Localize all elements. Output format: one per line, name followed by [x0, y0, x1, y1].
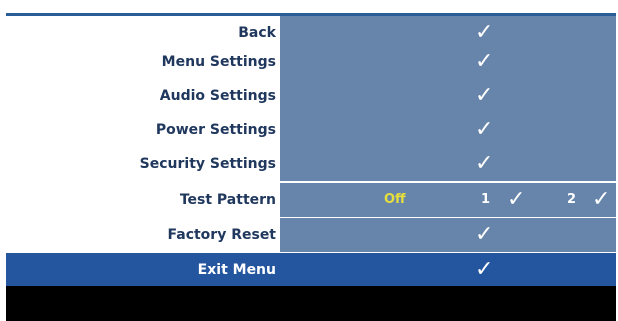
menu-item-value-area: ✓: [280, 113, 616, 147]
menu-item-label: Menu Settings: [161, 54, 276, 70]
test-pattern-option-off[interactable]: Off: [384, 183, 406, 217]
checkmark-icon: ✓: [475, 257, 494, 282]
projector-osd-menu: Back ✓ Menu Settings ✓ Audio Settings ✓ …: [0, 0, 618, 321]
menu-item-value-area: ✓: [280, 45, 616, 79]
test-pattern-option-2[interactable]: 2: [567, 183, 576, 217]
menu-item-exit-menu[interactable]: Exit Menu ✓: [6, 253, 616, 287]
menu-item-label: Exit Menu: [6, 253, 278, 287]
menu-item-label: Security Settings: [139, 156, 276, 172]
menu-item-power-settings[interactable]: Power Settings ✓: [6, 113, 616, 147]
menu-item-audio-settings[interactable]: Audio Settings ✓: [6, 79, 616, 113]
checkmark-icon: ✓: [475, 151, 494, 176]
menu-item-menu-settings[interactable]: Menu Settings ✓: [6, 45, 616, 79]
checkmark-icon: ✓: [475, 222, 494, 247]
menu-item-value-area: ✓: [280, 147, 616, 181]
menu-item-value-area: Off 1 ✓ 2 ✓: [280, 183, 616, 217]
checkmark-icon: ✓: [475, 49, 494, 74]
menu-item-value-area: ✓: [280, 79, 616, 113]
footer-bar: [6, 286, 616, 321]
menu-item-value-area: ✓: [280, 253, 616, 287]
menu-item-label: Audio Settings: [159, 88, 276, 104]
checkmark-icon: ✓: [475, 117, 494, 142]
checkmark-icon: ✓: [592, 187, 611, 212]
test-pattern-option-1[interactable]: 1: [481, 183, 490, 217]
menu-item-factory-reset[interactable]: Factory Reset ✓: [6, 218, 616, 252]
menu-item-value-area: ✓: [280, 218, 616, 252]
menu-item-test-pattern[interactable]: Test Pattern Off 1 ✓ 2 ✓: [6, 183, 616, 217]
menu-item-label: Test Pattern: [179, 192, 276, 208]
checkmark-icon: ✓: [475, 83, 494, 108]
menu-item-security-settings[interactable]: Security Settings ✓: [6, 147, 616, 181]
checkmark-icon: ✓: [475, 20, 494, 45]
menu-item-label: Factory Reset: [167, 227, 277, 243]
checkmark-icon: ✓: [507, 187, 526, 212]
menu-item-label: Power Settings: [155, 122, 276, 138]
